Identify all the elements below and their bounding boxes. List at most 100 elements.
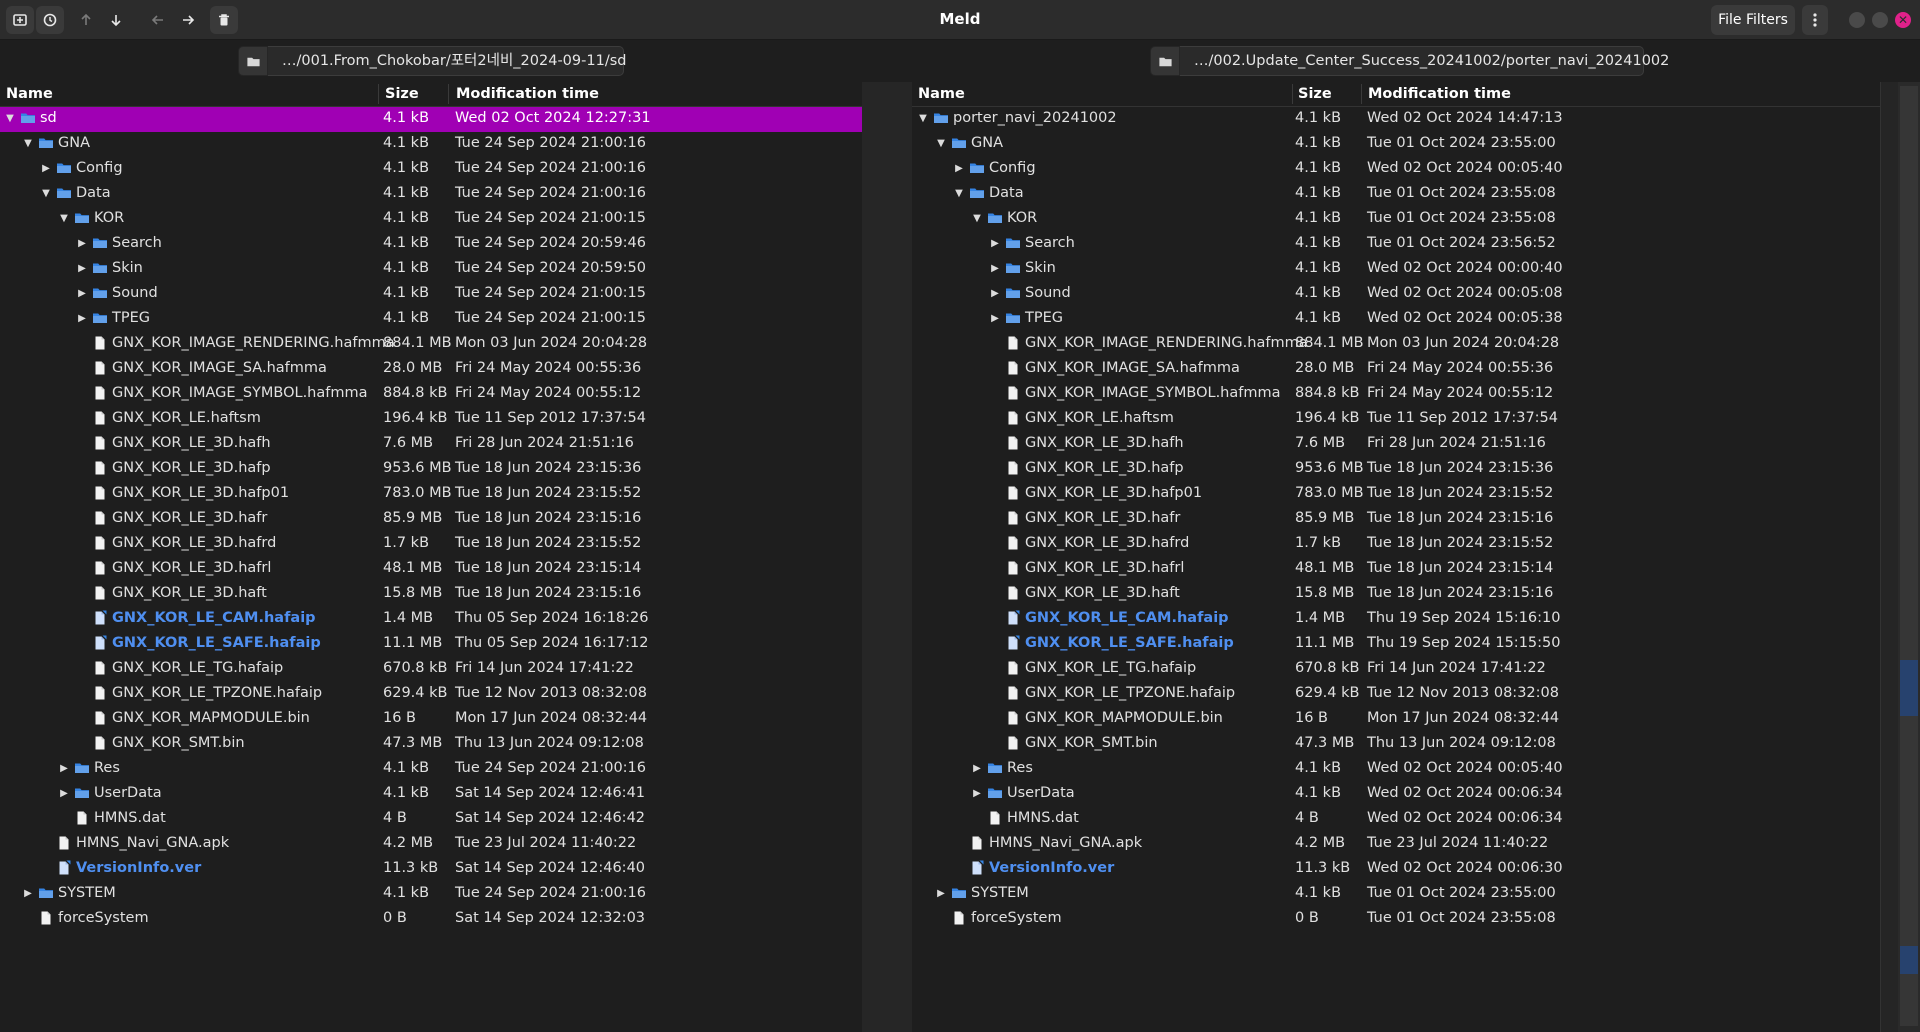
- maximize-button[interactable]: [1872, 12, 1888, 28]
- file-row[interactable]: HMNS.dat 4 B Wed 02 Oct 2024 00:06:34: [912, 807, 1880, 832]
- expand-arrow-icon[interactable]: ▶: [951, 160, 967, 176]
- folder-row[interactable]: ▶ Config 4.1 kB Tue 24 Sep 2024 21:00:16: [0, 157, 862, 182]
- file-row[interactable]: forceSystem 0 B Tue 01 Oct 2024 23:55:08: [912, 907, 1880, 932]
- file-row[interactable]: GNX_KOR_IMAGE_SYMBOL.hafmma 884.8 kB Fri 2…: [912, 382, 1880, 407]
- file-row[interactable]: HMNS.dat 4 B Sat 14 Sep 2024 12:46:42: [0, 807, 862, 832]
- folder-row[interactable]: ▼ porter_navi_20241002 4.1 kB Wed 02 Oct 20…: [912, 107, 1880, 132]
- file-row[interactable]: VersionInfo.ver 11.3 kB Sat 14 Sep 2024 12…: [0, 857, 862, 882]
- file-row[interactable]: GNX_KOR_LE_CAM.hafaip 1.4 MB Thu 19 Sep 20…: [912, 607, 1880, 632]
- collapse-arrow-icon[interactable]: ▼: [56, 210, 72, 226]
- collapse-arrow-icon[interactable]: ▼: [2, 110, 18, 126]
- arrow-down-icon[interactable]: [102, 6, 130, 34]
- file-row[interactable]: GNX_KOR_LE_3D.hafp01 783.0 MB Tue 18 Jun 2…: [0, 482, 862, 507]
- file-row[interactable]: GNX_KOR_LE_3D.hafp 953.6 MB Tue 18 Jun 202…: [912, 457, 1880, 482]
- expand-arrow-icon[interactable]: ▶: [987, 310, 1003, 326]
- collapse-arrow-icon[interactable]: ▼: [20, 135, 36, 151]
- folder-row[interactable]: ▶ Search 4.1 kB Tue 24 Sep 2024 20:59:46: [0, 232, 862, 257]
- folder-row[interactable]: ▶ SYSTEM 4.1 kB Tue 24 Sep 2024 21:00:16: [0, 882, 862, 907]
- collapse-arrow-icon[interactable]: ▼: [951, 185, 967, 201]
- expand-arrow-icon[interactable]: ▶: [38, 160, 54, 176]
- folder-row[interactable]: ▶ Search 4.1 kB Tue 01 Oct 2024 23:56:52: [912, 232, 1880, 257]
- arrow-right-icon[interactable]: [174, 6, 202, 34]
- vertical-scrollbar[interactable]: [1880, 82, 1898, 1032]
- file-filters-button[interactable]: File Filters: [1711, 5, 1795, 35]
- folder-row[interactable]: ▼ sd 4.1 kB Wed 02 Oct 2024 12:27:31: [0, 107, 862, 132]
- folder-browse-icon[interactable]: [238, 46, 268, 76]
- expand-arrow-icon[interactable]: ▶: [56, 785, 72, 801]
- file-row[interactable]: GNX_KOR_MAPMODULE.bin 16 B Mon 17 Jun 2024…: [912, 707, 1880, 732]
- collapse-arrow-icon[interactable]: ▼: [969, 210, 985, 226]
- folder-row[interactable]: ▶ UserData 4.1 kB Wed 02 Oct 2024 00:06:34: [912, 782, 1880, 807]
- file-row[interactable]: GNX_KOR_IMAGE_RENDERING.hafmma 884.1 MB Mo…: [0, 332, 862, 357]
- folder-row[interactable]: ▶ Res 4.1 kB Tue 24 Sep 2024 21:00:16: [0, 757, 862, 782]
- collapse-arrow-icon[interactable]: ▼: [38, 185, 54, 201]
- file-row[interactable]: GNX_KOR_LE.haftsm 196.4 kB Tue 11 Sep 2012…: [912, 407, 1880, 432]
- size-column-header[interactable]: Size: [1298, 86, 1332, 102]
- file-row[interactable]: GNX_KOR_LE_3D.hafrd 1.7 kB Tue 18 Jun 2024…: [0, 532, 862, 557]
- folder-row[interactable]: ▶ Res 4.1 kB Wed 02 Oct 2024 00:05:40: [912, 757, 1880, 782]
- folder-row[interactable]: ▶ UserData 4.1 kB Sat 14 Sep 2024 12:46:41: [0, 782, 862, 807]
- file-row[interactable]: GNX_KOR_LE_3D.hafrd 1.7 kB Tue 18 Jun 2024…: [912, 532, 1880, 557]
- file-row[interactable]: VersionInfo.ver 11.3 kB Wed 02 Oct 2024 00…: [912, 857, 1880, 882]
- file-row[interactable]: GNX_KOR_IMAGE_SYMBOL.hafmma 884.8 kB Fri 2…: [0, 382, 862, 407]
- file-row[interactable]: GNX_KOR_LE_TG.hafaip 670.8 kB Fri 14 Jun 2…: [912, 657, 1880, 682]
- file-row[interactable]: GNX_KOR_LE_3D.hafrl 48.1 MB Tue 18 Jun 202…: [0, 557, 862, 582]
- file-row[interactable]: GNX_KOR_LE_TPZONE.hafaip 629.4 kB Tue 12 N…: [912, 682, 1880, 707]
- file-row[interactable]: GNX_KOR_SMT.bin 47.3 MB Thu 13 Jun 2024 09…: [912, 732, 1880, 757]
- collapse-arrow-icon[interactable]: ▼: [933, 135, 949, 151]
- folder-row[interactable]: ▼ Data 4.1 kB Tue 01 Oct 2024 23:55:08: [912, 182, 1880, 207]
- file-row[interactable]: GNX_KOR_LE_CAM.hafaip 1.4 MB Thu 05 Sep 20…: [0, 607, 862, 632]
- folder-row[interactable]: ▶ Skin 4.1 kB Tue 24 Sep 2024 20:59:50: [0, 257, 862, 282]
- arrow-left-icon[interactable]: [144, 6, 172, 34]
- mtime-column-header[interactable]: Modification time: [1368, 86, 1511, 102]
- minimize-button[interactable]: [1849, 12, 1865, 28]
- expand-arrow-icon[interactable]: ▶: [987, 260, 1003, 276]
- file-row[interactable]: GNX_KOR_LE_TPZONE.hafaip 629.4 kB Tue 12 N…: [0, 682, 862, 707]
- trash-icon[interactable]: [210, 6, 238, 34]
- expand-arrow-icon[interactable]: ▶: [74, 285, 90, 301]
- folder-row[interactable]: ▶ TPEG 4.1 kB Wed 02 Oct 2024 00:05:38: [912, 307, 1880, 332]
- file-row[interactable]: GNX_KOR_LE_TG.hafaip 670.8 kB Fri 14 Jun 2…: [0, 657, 862, 682]
- file-row[interactable]: GNX_KOR_LE_3D.hafh 7.6 MB Fri 28 Jun 2024 …: [0, 432, 862, 457]
- file-row[interactable]: GNX_KOR_LE_3D.hafr 85.9 MB Tue 18 Jun 2024…: [912, 507, 1880, 532]
- file-row[interactable]: GNX_KOR_MAPMODULE.bin 16 B Mon 17 Jun 2024…: [0, 707, 862, 732]
- expand-arrow-icon[interactable]: ▶: [74, 310, 90, 326]
- file-row[interactable]: GNX_KOR_LE.haftsm 196.4 kB Tue 11 Sep 2012…: [0, 407, 862, 432]
- folder-row[interactable]: ▼ GNA 4.1 kB Tue 24 Sep 2024 21:00:16: [0, 132, 862, 157]
- file-row[interactable]: GNX_KOR_LE_3D.hafp 953.6 MB Tue 18 Jun 202…: [0, 457, 862, 482]
- menu-kebab-icon[interactable]: [1802, 5, 1828, 35]
- expand-arrow-icon[interactable]: ▶: [969, 785, 985, 801]
- history-icon[interactable]: [36, 6, 64, 34]
- expand-arrow-icon[interactable]: ▶: [933, 885, 949, 901]
- mtime-column-header[interactable]: Modification time: [456, 86, 599, 102]
- name-column-header[interactable]: Name: [6, 86, 53, 102]
- file-row[interactable]: GNX_KOR_SMT.bin 47.3 MB Thu 13 Jun 2024 09…: [0, 732, 862, 757]
- expand-arrow-icon[interactable]: ▶: [20, 885, 36, 901]
- folder-row[interactable]: ▼ KOR 4.1 kB Tue 01 Oct 2024 23:55:08: [912, 207, 1880, 232]
- expand-arrow-icon[interactable]: ▶: [987, 285, 1003, 301]
- folder-browse-icon[interactable]: [1150, 46, 1180, 76]
- folder-row[interactable]: ▶ Config 4.1 kB Wed 02 Oct 2024 00:05:40: [912, 157, 1880, 182]
- file-row[interactable]: GNX_KOR_LE_3D.haft 15.8 MB Tue 18 Jun 2024…: [912, 582, 1880, 607]
- folder-row[interactable]: ▶ Sound 4.1 kB Tue 24 Sep 2024 21:00:15: [0, 282, 862, 307]
- size-column-header[interactable]: Size: [385, 86, 419, 102]
- file-row[interactable]: GNX_KOR_IMAGE_RENDERING.hafmma 884.1 MB Mo…: [912, 332, 1880, 357]
- file-row[interactable]: GNX_KOR_LE_3D.hafrl 48.1 MB Tue 18 Jun 202…: [912, 557, 1880, 582]
- file-row[interactable]: GNX_KOR_LE_3D.hafp01 783.0 MB Tue 18 Jun 2…: [912, 482, 1880, 507]
- file-row[interactable]: GNX_KOR_LE_SAFE.hafaip 11.1 MB Thu 05 Sep …: [0, 632, 862, 657]
- expand-arrow-icon[interactable]: ▶: [56, 760, 72, 776]
- expand-arrow-icon[interactable]: ▶: [987, 235, 1003, 251]
- right-path-field[interactable]: …/002.Update_Center_Success_20241002/por…: [1180, 46, 1669, 76]
- file-row[interactable]: forceSystem 0 B Sat 14 Sep 2024 12:32:03: [0, 907, 862, 932]
- expand-arrow-icon[interactable]: ▶: [74, 260, 90, 276]
- file-row[interactable]: GNX_KOR_IMAGE_SA.hafmma 28.0 MB Fri 24 May…: [0, 357, 862, 382]
- folder-row[interactable]: ▶ Skin 4.1 kB Wed 02 Oct 2024 00:00:40: [912, 257, 1880, 282]
- compare-icon[interactable]: [6, 6, 34, 34]
- file-row[interactable]: HMNS_Navi_GNA.apk 4.2 MB Tue 23 Jul 2024 1…: [0, 832, 862, 857]
- folder-row[interactable]: ▼ KOR 4.1 kB Tue 24 Sep 2024 21:00:15: [0, 207, 862, 232]
- expand-arrow-icon[interactable]: ▶: [969, 760, 985, 776]
- left-path-field[interactable]: …/001.From_Chokobar/포터2네비_2024-09-11/sd: [268, 46, 626, 76]
- file-row[interactable]: GNX_KOR_IMAGE_SA.hafmma 28.0 MB Fri 24 May…: [912, 357, 1880, 382]
- file-row[interactable]: HMNS_Navi_GNA.apk 4.2 MB Tue 23 Jul 2024 1…: [912, 832, 1880, 857]
- name-column-header[interactable]: Name: [918, 86, 965, 102]
